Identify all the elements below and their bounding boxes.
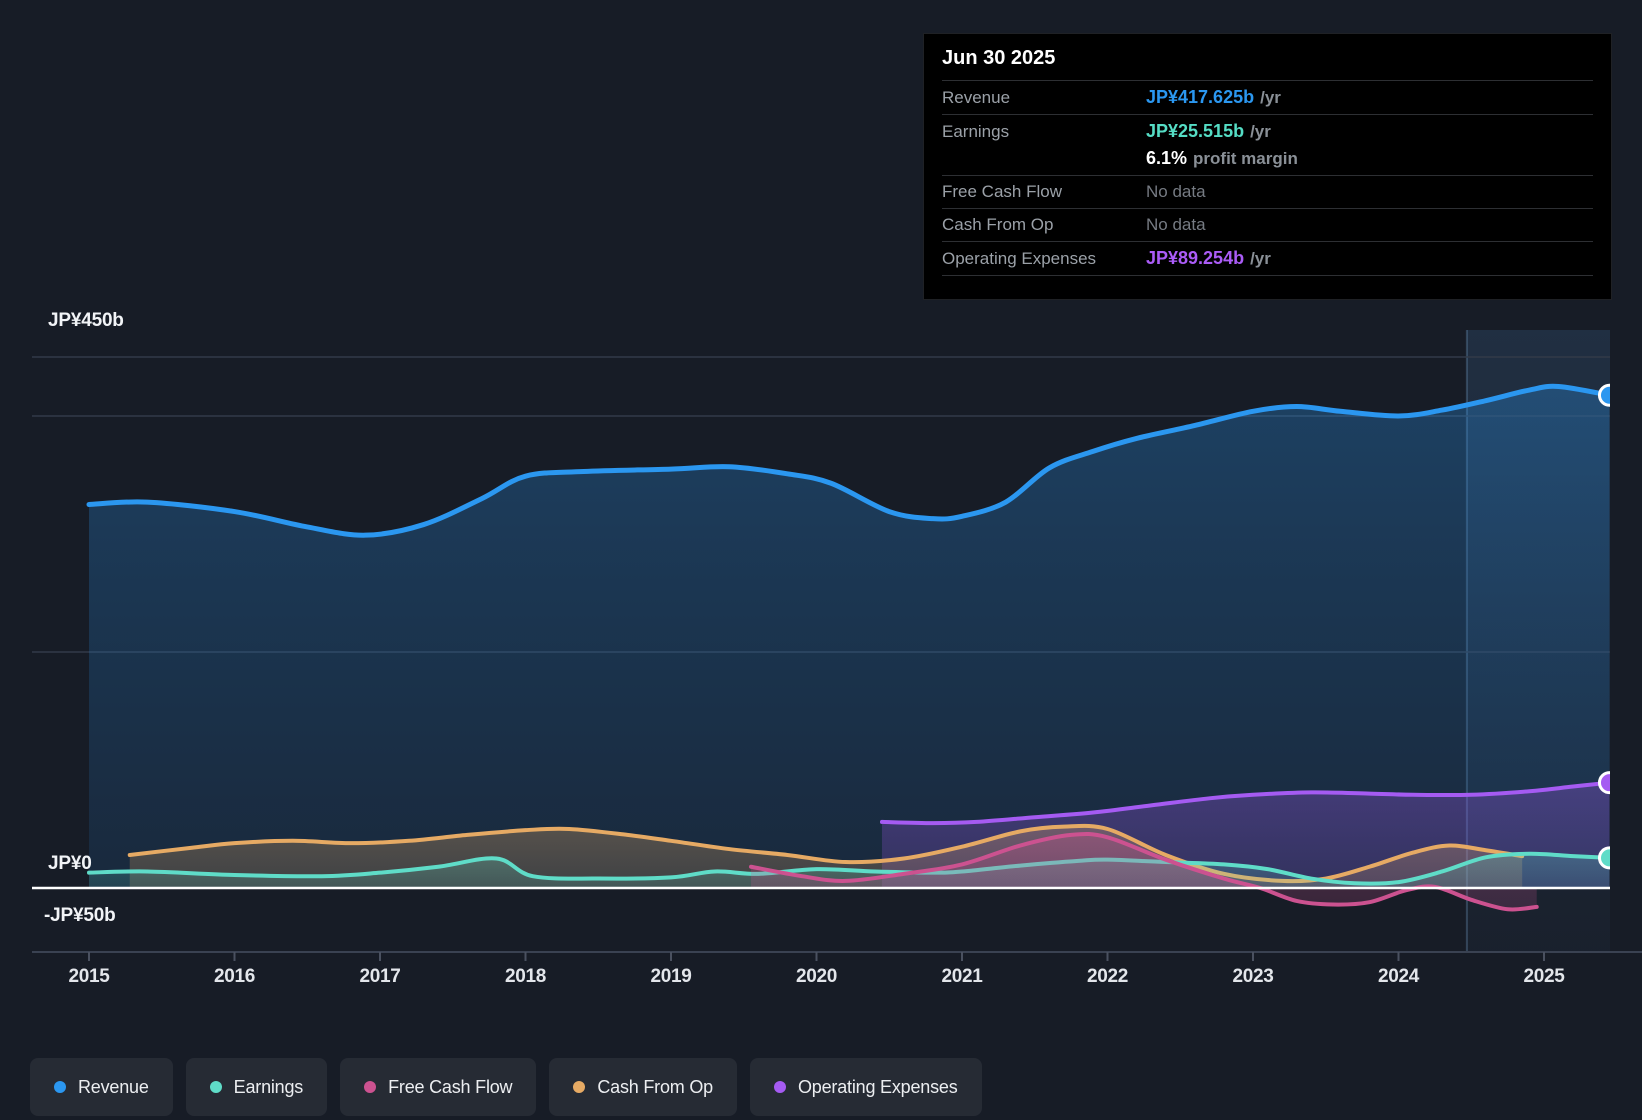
tooltip-row-revenue: Revenue JP¥417.625b /yr — [942, 80, 1593, 114]
x-axis-label-2015: 2015 — [68, 966, 110, 987]
tooltip-cashop-value: No data — [1146, 215, 1206, 234]
free-cash-flow-legend-dot-icon — [364, 1081, 377, 1093]
tooltip: Jun 30 2025 Revenue JP¥417.625b /yr Earn… — [923, 33, 1612, 300]
operating-expenses-legend-dot-icon — [774, 1081, 786, 1093]
opex-end-marker — [1597, 771, 1610, 795]
y-axis-label-450b: JP¥450b — [48, 310, 124, 331]
earnings-end-marker — [1597, 846, 1610, 870]
legend-label-free-cash-flow: Free Cash Flow — [388, 1076, 513, 1097]
x-axis-label-2019: 2019 — [650, 966, 692, 987]
tooltip-row-free-cash-flow: Free Cash Flow No data — [942, 175, 1593, 208]
x-axis-label-2017: 2017 — [359, 966, 401, 987]
legend-label-earnings: Earnings — [233, 1076, 304, 1097]
tooltip-revenue-value: JP¥417.625b — [1146, 87, 1255, 107]
page-root: JP¥450b JP¥0 -JP¥50b 2015 2016 2017 2018 201… — [0, 0, 1642, 1120]
tooltip-margin-label: profit margin — [1193, 148, 1298, 168]
tooltip-opex-label: Operating Expenses — [942, 248, 1097, 268]
tooltip-revenue-label: Revenue — [942, 87, 1011, 107]
tooltip-earnings-value: JP¥25.515b — [1146, 121, 1245, 141]
legend-item-free-cash-flow[interactable]: Free Cash Flow — [340, 1058, 537, 1116]
revenue-end-marker — [1597, 383, 1610, 407]
y-axis-label-0: JP¥0 — [48, 853, 92, 874]
y-axis-label-neg50b: -JP¥50b — [44, 905, 116, 926]
tooltip-opex-value: JP¥89.254b — [1146, 248, 1245, 268]
x-axis-label-2016: 2016 — [213, 966, 256, 987]
legend-item-cash-from-op[interactable]: Cash From Op — [549, 1058, 737, 1116]
legend-label-revenue: Revenue — [78, 1076, 149, 1097]
tooltip-fcf-value: No data — [1146, 182, 1206, 201]
legend-item-revenue[interactable]: Revenue — [30, 1058, 173, 1116]
x-axis-label-2022: 2022 — [1086, 966, 1129, 987]
tooltip-row-cash-from-op: Cash From Op No data — [942, 208, 1593, 241]
revenue-legend-dot-icon — [54, 1081, 66, 1093]
x-axis-label-2018: 2018 — [504, 966, 547, 987]
x-axis-label-2021: 2021 — [941, 966, 983, 987]
tooltip-fcf-label: Free Cash Flow — [942, 182, 1062, 201]
earnings-legend-dot-icon — [209, 1081, 222, 1093]
legend: Revenue Earnings Free Cash Flow Cash Fro… — [30, 1058, 982, 1116]
tooltip-row-operating-expenses: Operating Expenses JP¥89.254b /yr — [942, 241, 1593, 276]
cash-from-op-legend-dot-icon — [573, 1081, 586, 1093]
tooltip-earnings-label: Earnings — [942, 121, 1010, 141]
x-axis-label-2024: 2024 — [1377, 966, 1420, 987]
legend-item-operating-expenses[interactable]: Operating Expenses — [750, 1058, 982, 1116]
x-axis-label-2023: 2023 — [1232, 966, 1274, 987]
tooltip-row-earnings: Earnings JP¥25.515b /yr — [942, 114, 1593, 148]
x-axis-label-2025: 2025 — [1523, 966, 1565, 987]
legend-item-earnings[interactable]: Earnings — [185, 1058, 328, 1116]
tooltip-opex-unit: /yr — [1250, 248, 1271, 268]
x-axis: 2015 2016 2017 2018 2019 2020 2021 2022 2023 2024… — [0, 966, 1642, 996]
tooltip-revenue-unit: /yr — [1260, 87, 1281, 107]
legend-label-cash-from-op: Cash From Op — [597, 1076, 713, 1097]
legend-label-operating-expenses: Operating Expenses — [798, 1076, 958, 1097]
tooltip-margin-value: 6.1% — [1146, 148, 1188, 168]
x-axis-label-2020: 2020 — [795, 966, 838, 987]
tooltip-earnings-unit: /yr — [1250, 121, 1271, 141]
tooltip-cashop-label: Cash From Op — [942, 215, 1054, 234]
tooltip-row-profit-margin: 6.1% profit margin — [942, 148, 1593, 175]
tooltip-date: Jun 30 2025 — [942, 47, 1056, 69]
